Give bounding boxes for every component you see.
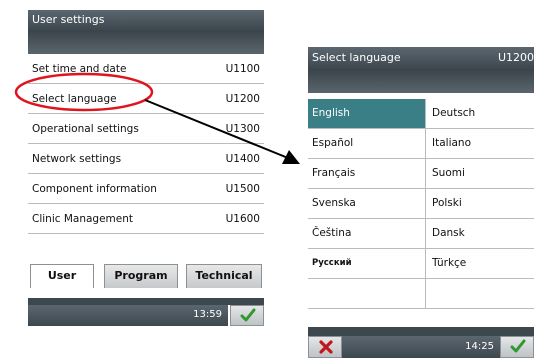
tab-user[interactable]: User: [30, 264, 94, 288]
cancel-button[interactable]: [308, 336, 342, 358]
menu-item-label: Operational settings: [32, 123, 139, 135]
title-subbar: [28, 30, 264, 54]
clock-time: 13:59: [193, 309, 222, 320]
menu-item-code: U1500: [225, 183, 260, 195]
language-option-espanol[interactable]: Español: [308, 129, 426, 159]
user-settings-title: User settings: [28, 10, 264, 30]
check-icon: [240, 308, 256, 322]
status-bar: 13:59: [28, 298, 264, 326]
select-language-screen: Select language U1200 English Deutsch Es…: [308, 47, 534, 358]
language-option-italiano[interactable]: Italiano: [426, 129, 534, 159]
clock-area: 13:59: [28, 305, 228, 326]
x-icon: [319, 340, 333, 354]
check-icon: [510, 339, 526, 353]
menu-item-label: Component information: [32, 183, 157, 195]
language-option-russian[interactable]: Русский: [308, 249, 426, 279]
menu-item-select-language[interactable]: Select language U1200: [28, 84, 264, 114]
language-option-deutsch[interactable]: Deutsch: [426, 99, 534, 129]
menu-item-label: Clinic Management: [32, 213, 134, 225]
menu-item-code: U1600: [225, 213, 260, 225]
menu-item-code: U1400: [225, 153, 260, 165]
clock-area: 14:25: [342, 336, 500, 358]
menu-item-code: U1300: [225, 123, 260, 135]
menu-item-clinic-management[interactable]: Clinic Management U1600: [28, 204, 264, 234]
menu-item-code: U1100: [225, 63, 260, 75]
screen-code: U1200: [497, 51, 534, 64]
select-language-title: Select language: [312, 51, 401, 64]
tab-program[interactable]: Program: [104, 264, 178, 288]
ok-button[interactable]: [230, 305, 264, 326]
language-option-dansk[interactable]: Dansk: [426, 219, 534, 249]
menu-item-network-settings[interactable]: Network settings U1400: [28, 144, 264, 174]
language-option-francais[interactable]: Français: [308, 159, 426, 189]
title-subbar: [308, 69, 534, 93]
status-bar-divider: [308, 327, 534, 336]
language-option-empty: [308, 279, 426, 309]
menu-item-set-time-date[interactable]: Set time and date U1100: [28, 54, 264, 84]
menu-item-component-information[interactable]: Component information U1500: [28, 174, 264, 204]
ok-button[interactable]: [500, 336, 534, 358]
status-bar: 14:25: [308, 327, 534, 358]
language-option-english[interactable]: English: [308, 99, 426, 129]
menu-item-code: U1200: [225, 93, 260, 105]
language-option-turkce[interactable]: Türkçe: [426, 249, 534, 279]
language-option-suomi[interactable]: Suomi: [426, 159, 534, 189]
pointer-arrow-head: [282, 150, 300, 164]
status-bar-divider: [28, 298, 264, 305]
language-option-cestina[interactable]: Čeština: [308, 219, 426, 249]
language-grid: English Deutsch Español Italiano Françai…: [308, 99, 534, 309]
menu-item-label: Set time and date: [32, 63, 127, 75]
clock-time: 14:25: [465, 341, 494, 352]
tab-technical[interactable]: Technical: [186, 264, 262, 288]
menu-item-label: Select language: [32, 93, 117, 105]
menu-item-label: Network settings: [32, 153, 122, 165]
user-settings-screen: User settings Set time and date U1100 Se…: [28, 10, 264, 326]
select-language-titlebar: Select language U1200: [308, 47, 534, 69]
language-option-svenska[interactable]: Svenska: [308, 189, 426, 219]
language-option-empty: [426, 279, 534, 309]
menu-item-operational-settings[interactable]: Operational settings U1300: [28, 114, 264, 144]
language-option-polski[interactable]: Polski: [426, 189, 534, 219]
tab-bar: User Program Technical: [28, 234, 264, 298]
